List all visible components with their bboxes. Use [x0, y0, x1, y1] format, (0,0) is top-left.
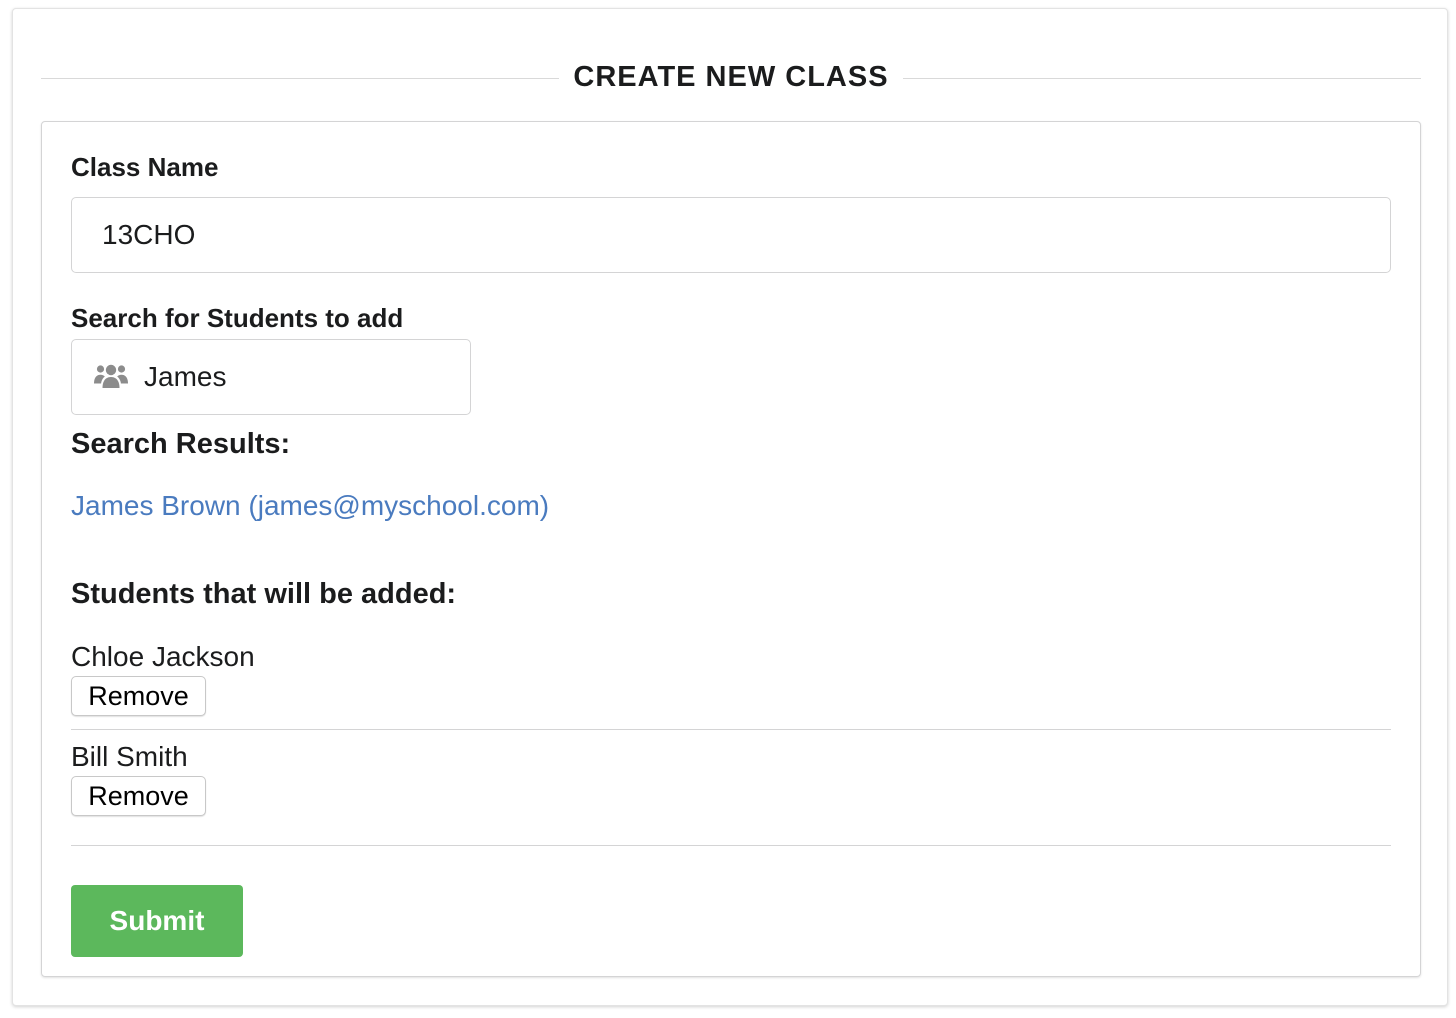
- remove-student-button[interactable]: Remove: [71, 676, 206, 716]
- remove-student-button[interactable]: Remove: [71, 776, 206, 816]
- class-name-label: Class Name: [71, 152, 219, 182]
- divider-line-left: [41, 78, 559, 79]
- row-divider: [71, 845, 1391, 846]
- submit-button[interactable]: Submit: [71, 885, 243, 957]
- users-icon: [94, 364, 128, 388]
- search-results-heading: Search Results:: [71, 428, 291, 460]
- student-row: Chloe Jackson Remove: [71, 640, 1391, 716]
- divider-line-right: [903, 78, 1421, 79]
- student-name: Bill Smith: [71, 741, 188, 772]
- search-students-label: Search for Students to add: [71, 303, 404, 333]
- search-result-link[interactable]: James Brown (james@myschool.com): [71, 490, 549, 522]
- student-row: Bill Smith Remove: [71, 740, 1391, 816]
- header-divider: CREATE NEW CLASS: [41, 59, 1421, 99]
- students-to-add-heading: Students that will be added:: [71, 578, 457, 610]
- student-name: Chloe Jackson: [71, 641, 255, 672]
- student-search-field[interactable]: [71, 339, 471, 415]
- class-form: Class Name Search for Students to add Se…: [41, 121, 1421, 977]
- row-divider: [71, 729, 1391, 730]
- create-class-card: CREATE NEW CLASS Class Name Search for S…: [12, 8, 1448, 1006]
- class-name-input[interactable]: [71, 197, 1391, 273]
- page-title: CREATE NEW CLASS: [573, 61, 889, 93]
- search-input[interactable]: [144, 340, 464, 414]
